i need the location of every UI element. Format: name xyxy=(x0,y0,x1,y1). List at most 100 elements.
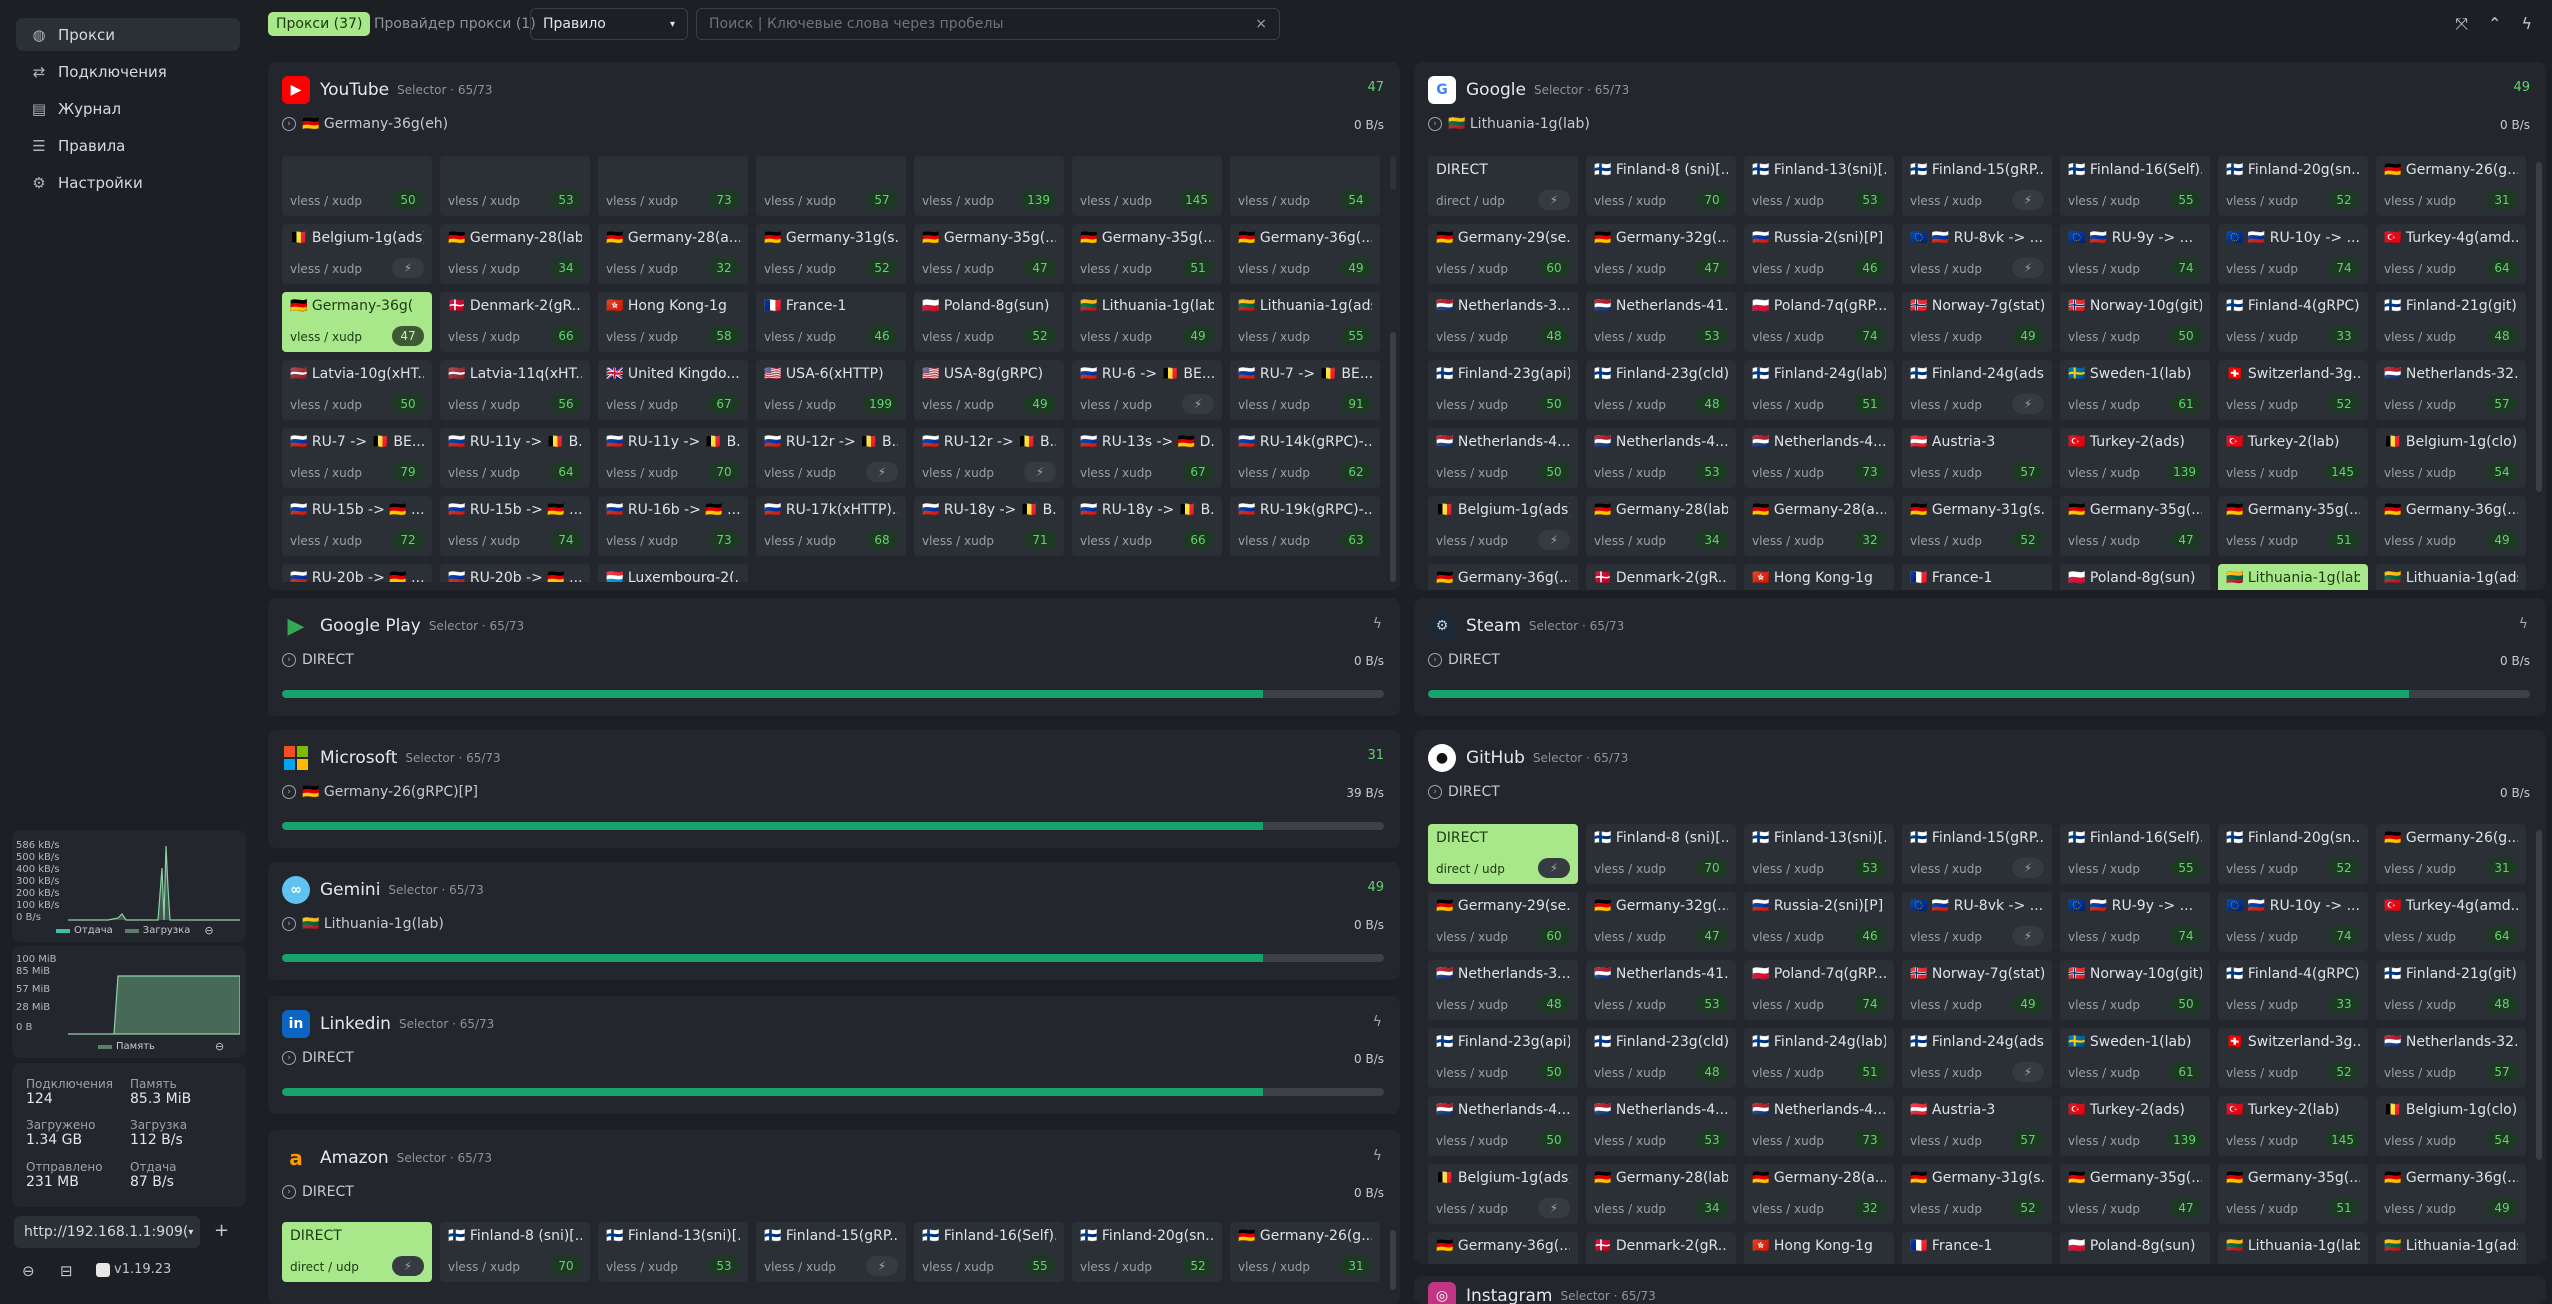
proxy-tile[interactable]: 🇱🇹 Lithuania-1g(ads)vless / xudp xyxy=(2376,564,2526,590)
proxy-tile[interactable]: vless / xudp 50 xyxy=(282,156,432,216)
latency-badge[interactable]: ⚡ xyxy=(2012,258,2044,278)
sidebar-item-proxies[interactable]: ◍ Прокси xyxy=(16,18,240,51)
latency-badge[interactable]: 67 xyxy=(708,394,740,414)
latency-badge[interactable]: 145 xyxy=(2325,1130,2360,1150)
latency-badge[interactable]: 67 xyxy=(1182,462,1214,482)
latency-badge[interactable]: 74 xyxy=(2170,926,2202,946)
proxy-tile[interactable]: 🇫🇮 Finland-4(gRPC) vless / xudp 33 xyxy=(2218,292,2368,352)
proxy-tile[interactable]: 🇫🇮 Finland-24g(lab) vless / xudp 51 xyxy=(1744,360,1894,420)
proxy-tile[interactable]: 🇱🇹 Lithuania-1g(ads)vless / xudp xyxy=(2376,1232,2526,1264)
latency-badge[interactable]: 34 xyxy=(1696,530,1728,550)
group-amazon[interactable]: a Amazon Selector · 65/73 ϟ › DIRECT 0 B/s … xyxy=(268,1130,1400,1304)
proxy-tile[interactable]: 🇳🇱 Netherlands-3... vless / xudp 48 xyxy=(1428,292,1578,352)
latency-badge[interactable]: 91 xyxy=(1340,394,1372,414)
latency-badge[interactable]: 54 xyxy=(2486,462,2518,482)
proxy-tile[interactable]: 🇱🇹 Lithuania-1g(lab)vless / xudp xyxy=(2218,1232,2368,1264)
latency-badge[interactable]: 49 xyxy=(2486,530,2518,550)
proxy-tile[interactable]: 🇦🇹 Austria-3 vless / xudp 57 xyxy=(1902,428,2052,488)
proxy-tile[interactable]: 🇩🇪 Germany-29(se... vless / xudp 60 xyxy=(1428,224,1578,284)
proxy-tile[interactable]: 🇭🇰 Hong Kong-1gvless / xudp xyxy=(1744,564,1894,590)
latency-badge[interactable]: 71 xyxy=(1024,530,1056,550)
proxy-tile[interactable]: 🇪🇺 🇷🇺 RU-10y -> ... vless / xudp 74 xyxy=(2218,224,2368,284)
proxy-tile[interactable]: 🇱🇹 Lithuania-1g(ads) vless / xudp 55 xyxy=(1230,292,1380,352)
group-github[interactable]: ● GitHub Selector · 65/73 › DIRECT 0 B/s DI… xyxy=(1414,730,2546,1264)
proxy-tile[interactable]: 🇱🇺 Luxembourg-2(...vless / xudp51 xyxy=(598,564,748,582)
proxy-tile[interactable]: 🇨🇭 Switzerland-3g... vless / xudp 52 xyxy=(2218,360,2368,420)
latency-badge[interactable]: 53 xyxy=(1696,1130,1728,1150)
bolt-icon[interactable]: ϟ xyxy=(1373,1148,1382,1164)
proxy-tile[interactable]: 🇳🇴 Norway-10g(git) vless / xudp 50 xyxy=(2060,292,2210,352)
proxy-tile[interactable]: 🇳🇱 Netherlands-32... vless / xudp 57 xyxy=(2376,360,2526,420)
proxy-tile[interactable]: 🇩🇪 Germany-36g(vless / xudp 47 xyxy=(282,292,432,352)
latency-badge[interactable]: 60 xyxy=(1538,926,1570,946)
latency-badge[interactable]: 145 xyxy=(2325,462,2360,482)
bolt-icon[interactable]: ϟ xyxy=(2521,14,2532,34)
proxy-tile[interactable]: 🇸🇪 Sweden-1(lab) vless / xudp 61 xyxy=(2060,1028,2210,1088)
proxy-tile[interactable]: 🇫🇮 Finland-13(sni)[... vless / xudp 53 xyxy=(598,1222,748,1282)
proxy-tile[interactable]: 🇩🇪 Germany-26(g... vless / xudp 31 xyxy=(1230,1222,1380,1282)
latency-badge[interactable]: 57 xyxy=(2486,394,2518,414)
latency-badge[interactable]: 73 xyxy=(1854,462,1886,482)
proxy-tile[interactable]: 🇳🇱 Netherlands-41... vless / xudp 53 xyxy=(1586,960,1736,1020)
add-backend-button[interactable]: + xyxy=(214,1220,229,1241)
proxy-tile[interactable]: 🇫🇮 Finland-8 (sni)[... vless / xudp 70 xyxy=(1586,824,1736,884)
proxy-tile[interactable]: 🇷🇺 RU-14k(gRPC)-... vless / xudp 62 xyxy=(1230,428,1380,488)
proxy-tile[interactable]: 🇩🇰 Denmark-2(gR...vless / xudp xyxy=(1586,1232,1736,1264)
proxy-tile[interactable]: 🇩🇪 Germany-31g(s... vless / xudp 52 xyxy=(756,224,906,284)
proxy-tile[interactable]: vless / xudp 53 xyxy=(440,156,590,216)
proxy-tile[interactable]: 🇩🇪 Germany-32g(... vless / xudp 47 xyxy=(1586,224,1736,284)
latency-badge[interactable]: 57 xyxy=(866,190,898,210)
latency-badge[interactable]: 48 xyxy=(1538,994,1570,1014)
proxy-tile[interactable]: 🇫🇷 France-1vless / xudp xyxy=(1902,564,2052,590)
latency-badge[interactable]: ⚡ xyxy=(1538,190,1570,210)
latency-badge[interactable]: 34 xyxy=(1696,1198,1728,1218)
group-google[interactable]: G Google Selector · 65/73 49 › 🇱🇹 Lithuania… xyxy=(1414,62,2546,590)
latency-badge[interactable]: 68 xyxy=(866,530,898,550)
latency-badge[interactable]: 61 xyxy=(2170,394,2202,414)
latency-badge[interactable]: 54 xyxy=(2486,1130,2518,1150)
latency-badge[interactable]: 52 xyxy=(866,258,898,278)
proxy-tile[interactable]: 🇷🇺 RU-7 -> 🇧🇪 BE... vless / xudp 79 xyxy=(282,428,432,488)
proxy-tile[interactable]: 🇫🇮 Finland-15(gRP... vless / xudp ⚡ xyxy=(1902,156,2052,216)
proxy-tile[interactable]: 🇹🇷 Turkey-2(ads) vless / xudp 139 xyxy=(2060,1096,2210,1156)
proxy-tile[interactable]: 🇵🇱 Poland-8g(sun)vless / xudp xyxy=(2060,564,2210,590)
latency-badge[interactable]: 50 xyxy=(1538,1062,1570,1082)
latency-badge[interactable]: 48 xyxy=(2486,994,2518,1014)
proxy-tile[interactable]: 🇩🇪 Germany-29(se... vless / xudp 60 xyxy=(1428,892,1578,952)
latency-badge[interactable]: 62 xyxy=(1340,462,1372,482)
proxy-tile[interactable]: 🇹🇷 Turkey-4g(amd... vless / xudp 64 xyxy=(2376,892,2526,952)
latency-badge[interactable]: ⚡ xyxy=(392,258,424,278)
back-icon[interactable]: ⊖ xyxy=(22,1262,35,1280)
latency-badge[interactable]: 53 xyxy=(1696,462,1728,482)
proxy-tile[interactable]: 🇩🇪 Germany-35g(... vless / xudp 51 xyxy=(2218,496,2368,556)
latency-badge[interactable]: 50 xyxy=(1538,394,1570,414)
latency-badge[interactable]: 49 xyxy=(1340,258,1372,278)
proxy-tile[interactable]: 🇧🇪 Belgium-1g(ads) vless / xudp ⚡ xyxy=(1428,1164,1578,1224)
latency-badge[interactable]: 32 xyxy=(1854,1198,1886,1218)
proxy-tile[interactable]: DIRECT direct / udp ⚡ xyxy=(1428,156,1578,216)
proxy-tile[interactable]: 🇫🇮 Finland-20g(sn... vless / xudp 52 xyxy=(2218,824,2368,884)
backend-select[interactable]: http://192.168.1.1:909(▾ xyxy=(14,1216,200,1248)
proxy-tile[interactable]: 🇳🇱 Netherlands-32... vless / xudp 57 xyxy=(2376,1028,2526,1088)
latency-badge[interactable]: 50 xyxy=(1538,462,1570,482)
latency-badge[interactable]: ⚡ xyxy=(392,1256,424,1276)
latency-badge[interactable]: 34 xyxy=(550,258,582,278)
latency-badge[interactable]: 32 xyxy=(1854,530,1886,550)
latency-badge[interactable]: 48 xyxy=(1538,326,1570,346)
proxy-tile[interactable]: 🇫🇮 Finland-20g(sn... vless / xudp 52 xyxy=(1072,1222,1222,1282)
latency-badge[interactable]: 70 xyxy=(550,1256,582,1276)
latency-badge[interactable]: 50 xyxy=(1538,1130,1570,1150)
latency-badge[interactable]: 64 xyxy=(2486,926,2518,946)
proxy-tile[interactable]: 🇧🇪 Belgium-1g(clo) vless / xudp 54 xyxy=(2376,428,2526,488)
latency-badge[interactable]: 56 xyxy=(550,394,582,414)
latency-badge[interactable]: 31 xyxy=(1340,1256,1372,1276)
proxy-tile[interactable]: 🇩🇪 Germany-35g(... vless / xudp 47 xyxy=(2060,496,2210,556)
proxy-tile[interactable]: 🇫🇮 Finland-8 (sni)[... vless / xudp 70 xyxy=(1586,156,1736,216)
latency-badge[interactable]: 55 xyxy=(2170,190,2202,210)
proxy-tile[interactable]: 🇩🇰 Denmark-2(gR... vless / xudp 66 xyxy=(440,292,590,352)
latency-badge[interactable]: 52 xyxy=(2328,858,2360,878)
proxy-tile[interactable]: 🇵🇱 Poland-7q(gRP... vless / xudp 74 xyxy=(1744,960,1894,1020)
proxy-tile[interactable]: DIRECT direct / udp ⚡ xyxy=(1428,824,1578,884)
group-youtube[interactable]: ▶ YouTube Selector · 65/73 47 › 🇩🇪 Germany-… xyxy=(268,62,1400,590)
latency-badge[interactable]: 53 xyxy=(708,1256,740,1276)
